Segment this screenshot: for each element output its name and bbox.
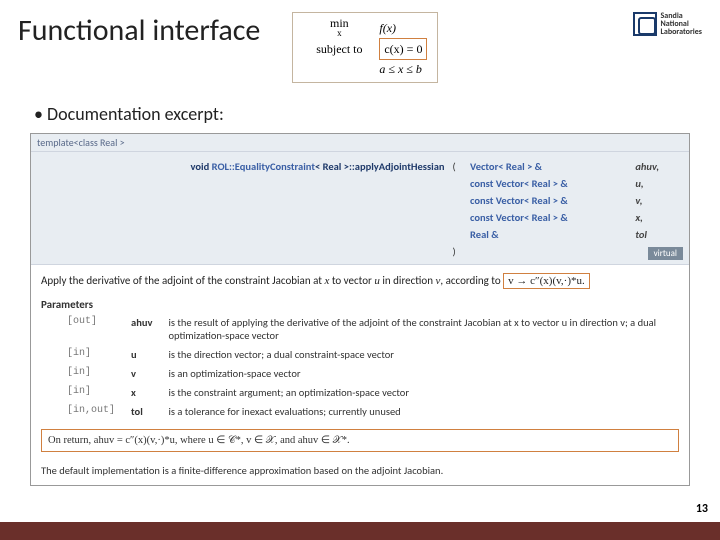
sandia-logo: Sandia National Laboratories [633, 12, 703, 36]
close-paren: ) [449, 243, 466, 260]
min-subscript: x [303, 29, 375, 38]
equality-constraint: c(x) = 0 [379, 38, 427, 60]
logo-text: Sandia National Laboratories [661, 12, 703, 36]
logo-line3: Laboratories [661, 28, 703, 36]
bullet-documentation: Documentation excerpt: [34, 103, 702, 125]
mapping-box: v → c″(x)(v,·)*u. [503, 273, 590, 289]
param-name-0: ahuv, [635, 160, 659, 173]
param-nm: x [123, 383, 160, 402]
description-block: Apply the derivative of the adjoint of t… [31, 265, 689, 298]
desc-mid2: in direction [380, 274, 436, 287]
objective-fn: f(x) [379, 21, 396, 35]
slide: Functional interface min x f(x) subject … [0, 0, 720, 540]
param-desc: is a tolerance for inexact evaluations; … [160, 402, 679, 421]
param-name-4: tol [635, 228, 647, 241]
return-type: void [191, 160, 212, 173]
param-dir: [in] [59, 364, 123, 383]
param-type-4[interactable]: Real & [470, 228, 499, 241]
param-dir: [out] [59, 313, 123, 345]
param-type-2[interactable]: const Vector< Real > & [470, 194, 568, 207]
optimization-formula: min x f(x) subject to c(x) = 0 a ≤ x ≤ b [292, 12, 438, 83]
param-row: [in] x is the constraint argument; an op… [59, 383, 679, 402]
param-nm: tol [123, 402, 160, 421]
param-dir: [in,out] [59, 402, 123, 421]
param-dir: [in] [59, 345, 123, 364]
footer-bar [0, 520, 720, 540]
param-type-1[interactable]: const Vector< Real > & [470, 177, 568, 190]
param-dir: [in] [59, 383, 123, 402]
bound-constraints: a ≤ x ≤ b [379, 62, 422, 76]
param-row: [in,out] tol is a tolerance for inexact … [59, 402, 679, 421]
param-desc: is the result of applying the derivative… [160, 313, 679, 345]
param-name-1: u, [635, 177, 643, 190]
class-link[interactable]: ROL::EqualityConstraint [212, 160, 315, 173]
param-type-0[interactable]: Vector< Real > & [470, 160, 542, 173]
parameters-heading: Parameters [31, 298, 689, 313]
param-row: [in] v is an optimization-space vector [59, 364, 679, 383]
param-desc: is the constraint argument; an optimizat… [160, 383, 679, 402]
slide-title: Functional interface [18, 12, 280, 49]
subject-to-label: subject to [303, 40, 375, 58]
method-name: < Real >::applyAdjointHessian [315, 160, 445, 173]
param-nm: ahuv [123, 313, 160, 345]
signature-table: void ROL::EqualityConstraint< Real >::ap… [39, 158, 681, 260]
template-header: template<class Real > [31, 134, 689, 152]
header-row: Functional interface min x f(x) subject … [18, 12, 702, 83]
signature-block: void ROL::EqualityConstraint< Real >::ap… [31, 152, 689, 265]
return-box: On return, ahuv = c″(x)(v,·)*u, where u … [41, 429, 679, 452]
page-number: 13 [694, 502, 710, 516]
desc-prefix: Apply the derivative of the adjoint of t… [41, 274, 324, 287]
param-row: [in] u is the direction vector; a dual c… [59, 345, 679, 364]
param-nm: u [123, 345, 160, 364]
param-name-2: v, [635, 194, 642, 207]
desc-suffix: , according to [440, 274, 503, 287]
param-nm: v [123, 364, 160, 383]
parameters-table: [out] ahuv is the result of applying the… [59, 313, 679, 421]
param-desc: is an optimization-space vector [160, 364, 679, 383]
sig-declarator: void ROL::EqualityConstraint< Real >::ap… [39, 158, 449, 175]
documentation-panel: template<class Real > void ROL::Equality… [30, 133, 690, 486]
open-paren: ( [449, 158, 466, 175]
param-name-3: x, [635, 211, 643, 224]
param-row: [out] ahuv is the result of applying the… [59, 313, 679, 345]
default-impl-note: The default implementation is a finite-d… [31, 456, 689, 485]
logo-icon [633, 12, 657, 36]
virtual-badge: virtual [648, 247, 683, 260]
desc-mid1: to vector [329, 274, 374, 287]
param-type-3[interactable]: const Vector< Real > & [470, 211, 568, 224]
min-operator: min x [303, 17, 375, 38]
param-desc: is the direction vector; a dual constrai… [160, 345, 679, 364]
